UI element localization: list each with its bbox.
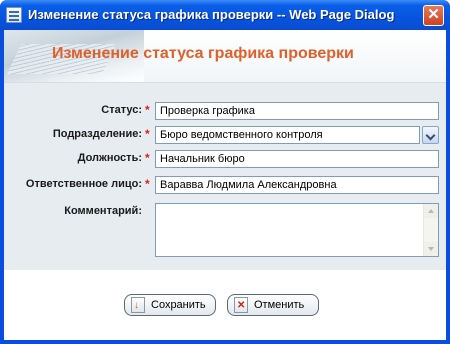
cancel-button[interactable]: ✕ Отменить	[227, 294, 319, 316]
position-row: Должность: * Начальник бюро	[4, 150, 446, 170]
comment-scrollbar[interactable]	[423, 204, 438, 256]
responsible-label: Ответственное лицо:	[25, 178, 142, 190]
required-marker: *	[145, 103, 150, 117]
comment-row: Комментарий:	[4, 203, 446, 259]
department-row: Подразделение: * Бюро ведомственного кон…	[4, 126, 446, 146]
scroll-up-icon[interactable]	[424, 204, 438, 218]
required-marker: *	[145, 151, 150, 165]
department-select-value[interactable]: Бюро ведомственного контроля	[155, 126, 420, 144]
comment-label: Комментарий:	[64, 205, 142, 217]
status-form: Статус: * Проверка графика Подразделение…	[4, 83, 446, 270]
department-select[interactable]: Бюро ведомственного контроля	[155, 126, 439, 144]
required-marker: *	[145, 127, 150, 141]
title-bar[interactable]: Изменение статуса графика проверки -- We…	[0, 0, 450, 30]
required-marker: *	[145, 177, 150, 191]
dialog-header: Изменение статуса графика проверки	[4, 30, 446, 83]
save-button-label: Сохранить	[151, 299, 206, 311]
position-label: Должность:	[77, 152, 142, 164]
status-field[interactable]: Проверка графика	[155, 102, 439, 120]
save-button[interactable]: ↓ Сохранить	[124, 294, 216, 316]
position-field[interactable]: Начальник бюро	[155, 150, 439, 168]
responsible-row: Ответственное лицо: * Варавва Людмила Ал…	[4, 176, 446, 196]
page-title: Изменение статуса графика проверки	[52, 45, 354, 62]
scroll-down-icon[interactable]	[424, 242, 438, 256]
status-label: Статус:	[101, 104, 142, 116]
dialog-window: Изменение статуса графика проверки -- We…	[0, 0, 450, 344]
window-title: Изменение статуса графика проверки -- We…	[28, 7, 395, 22]
dialog-content: Изменение статуса графика проверки Стату…	[4, 30, 446, 340]
responsible-field[interactable]: Варавва Людмила Александровна	[155, 176, 439, 194]
close-icon: ✕	[427, 6, 440, 23]
cancel-icon: ✕	[234, 297, 248, 313]
department-label: Подразделение:	[52, 128, 142, 140]
dialog-footer: ↓ Сохранить ✕ Отменить	[4, 270, 446, 340]
close-button[interactable]: ✕	[423, 5, 444, 26]
page-icon	[6, 7, 22, 23]
save-icon: ↓	[131, 297, 145, 313]
status-row: Статус: * Проверка графика	[4, 102, 446, 122]
comment-textarea[interactable]	[155, 203, 439, 257]
cancel-button-label: Отменить	[254, 299, 305, 311]
chevron-down-icon[interactable]	[422, 126, 439, 144]
